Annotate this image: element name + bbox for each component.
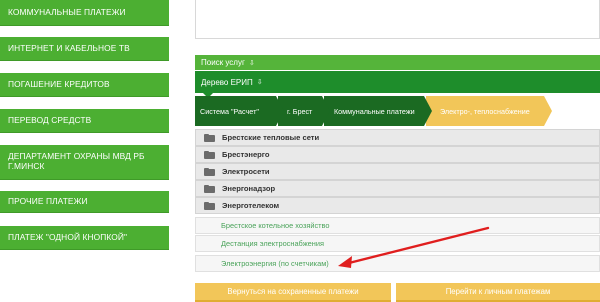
- list-item-service-electricity-meter[interactable]: Электроэнергия (по счетчикам): [195, 255, 600, 272]
- service-link-label: Электроэнергия (по счетчикам): [221, 259, 329, 268]
- list-item-service[interactable]: Дестанция электроснабжения: [195, 235, 600, 252]
- expand-icon: ⇩: [256, 79, 263, 86]
- list-item-service[interactable]: Брестское котельное хозяйство: [195, 217, 600, 234]
- go-to-personal-payments-button[interactable]: Перейти к личным платежам: [396, 283, 600, 302]
- menu-item-utilities[interactable]: Коммунальные платежи: [0, 0, 169, 26]
- folder-icon: [204, 184, 215, 193]
- erip-tree-label: Дерево ЕРИП: [201, 77, 253, 87]
- erip-tree-bar[interactable]: Дерево ЕРИП ⇩: [195, 71, 600, 98]
- breadcrumb-item-system-raschet[interactable]: Система "Расчет": [195, 96, 284, 126]
- breadcrumb-label: Электро-, теплоснабжение: [440, 106, 530, 116]
- search-services-label: Поиск услуг: [201, 58, 245, 67]
- folder-label: Брестские тепловые сети: [222, 133, 320, 142]
- menu-item-label: Департамент охраны МВД РБ г.Минск: [8, 151, 145, 171]
- erip-payment-page: Коммунальные платежи Интернет и кабельно…: [0, 0, 600, 302]
- folder-label: Энергонадзор: [222, 184, 276, 193]
- content-panel: [195, 0, 600, 39]
- expand-icon: ⇩: [248, 59, 255, 67]
- list-item-folder[interactable]: Энергонадзор: [195, 180, 600, 197]
- menu-item-one-click[interactable]: Платеж "одной кнопкой": [0, 226, 169, 250]
- folder-icon: [204, 201, 215, 210]
- service-link-label: Дестанция электроснабжения: [221, 239, 324, 248]
- search-services-bar[interactable]: Поиск услуг ⇩: [195, 55, 600, 70]
- menu-item-label: Платеж "одной кнопкой": [8, 231, 128, 242]
- breadcrumb-label: Система "Расчет": [200, 106, 259, 116]
- folder-label: Электросети: [222, 167, 270, 176]
- folder-label: Энерготелеком: [222, 201, 280, 210]
- list-item-folder[interactable]: Электросети: [195, 163, 600, 180]
- breadcrumb-label: Коммунальные платежи: [334, 106, 415, 116]
- menu-item-internet-tv[interactable]: Интернет и кабельное ТВ: [0, 37, 169, 61]
- menu-item-label: Прочие платежи: [8, 195, 88, 206]
- breadcrumb-item-electro-heat[interactable]: Электро-, теплоснабжение: [426, 96, 552, 126]
- folder-icon: [204, 150, 215, 159]
- list-item-folder[interactable]: Брестэнерго: [195, 146, 600, 163]
- breadcrumb-arrow: [276, 96, 284, 126]
- menu-item-transfers[interactable]: Перевод средств: [0, 109, 169, 133]
- menu-item-other-payments[interactable]: Прочие платежи: [0, 191, 169, 213]
- breadcrumb-arrow: [322, 96, 330, 126]
- folder-icon: [204, 167, 215, 176]
- button-label: Вернуться на сохраненные платежи: [227, 287, 359, 296]
- folder-icon: [204, 133, 215, 142]
- menu-item-label: Интернет и кабельное ТВ: [8, 42, 130, 53]
- list-item-folder[interactable]: Брестские тепловые сети: [195, 129, 600, 146]
- breadcrumb-item-utilities[interactable]: Коммунальные платежи: [324, 96, 432, 126]
- folder-label: Брестэнерго: [222, 150, 270, 159]
- breadcrumb-item-brest[interactable]: г. Брест: [278, 96, 330, 126]
- breadcrumb-arrow: [544, 96, 552, 126]
- button-label: Перейти к личным платежам: [445, 287, 551, 296]
- menu-item-label: Коммунальные платежи: [8, 6, 126, 17]
- menu-item-security-department[interactable]: Департамент охраны МВД РБ г.Минск: [0, 145, 169, 180]
- list-item-folder[interactable]: Энерготелеком: [195, 197, 600, 214]
- menu-item-label: Погашение кредитов: [8, 78, 110, 89]
- service-link-label: Брестское котельное хозяйство: [221, 221, 330, 230]
- breadcrumb: Система "Расчет" г. Брест Коммунальные п…: [195, 96, 600, 126]
- back-to-saved-payments-button[interactable]: Вернуться на сохраненные платежи: [195, 283, 391, 302]
- breadcrumb-arrow: [424, 96, 432, 126]
- breadcrumb-label: г. Брест: [287, 106, 313, 116]
- menu-item-label: Перевод средств: [8, 114, 92, 125]
- menu-item-credits[interactable]: Погашение кредитов: [0, 73, 169, 97]
